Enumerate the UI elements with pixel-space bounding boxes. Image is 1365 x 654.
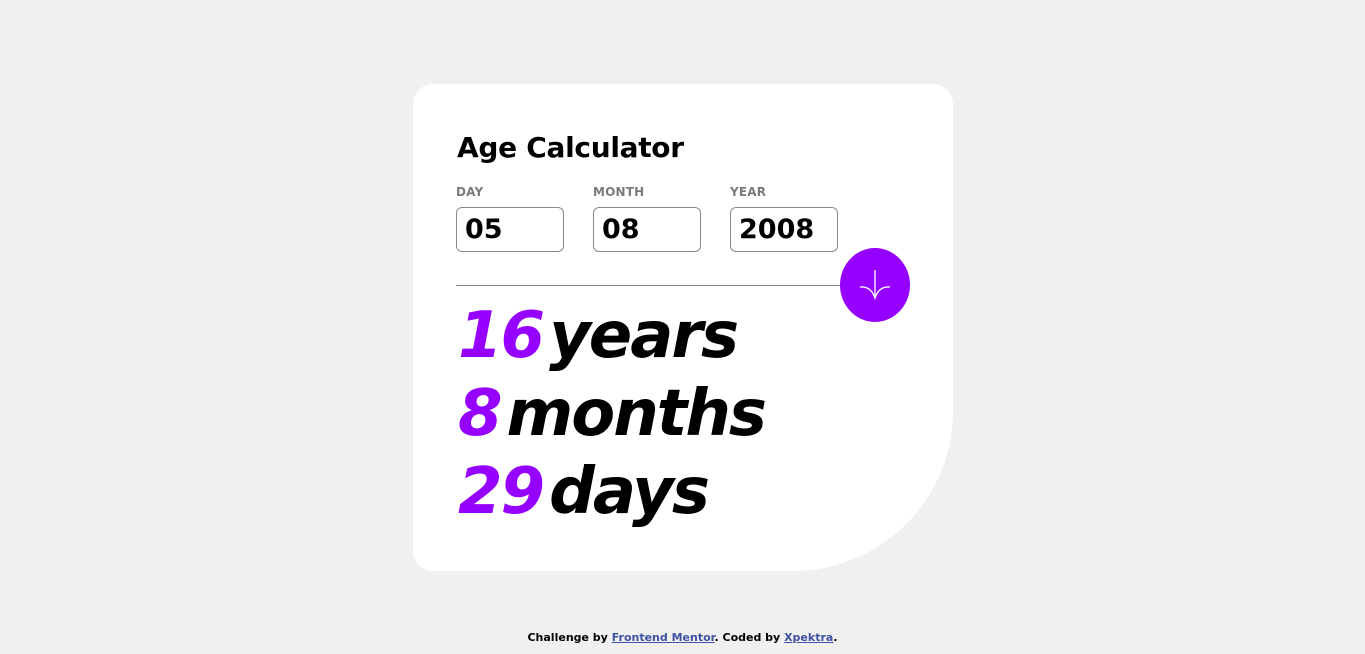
attribution-middle: . Coded by: [714, 631, 781, 644]
month-label: MONTH: [593, 185, 645, 199]
months-result: 8months: [458, 376, 767, 452]
age-calculator-card: Age Calculator DAY MONTH YEAR 16years 8m…: [413, 84, 953, 571]
divider: [456, 285, 886, 286]
months-unit: months: [506, 377, 767, 451]
page-title: Age Calculator: [457, 131, 684, 164]
submit-button[interactable]: [840, 248, 910, 322]
years-unit: years: [549, 299, 739, 373]
days-unit: days: [549, 455, 710, 529]
year-label: YEAR: [730, 185, 767, 199]
year-input[interactable]: [730, 207, 838, 252]
attribution-prefix: Challenge by: [527, 631, 608, 644]
days-value: 29: [458, 455, 545, 529]
author-link[interactable]: Xpektra: [784, 631, 833, 644]
year-field: YEAR: [730, 185, 838, 252]
month-input[interactable]: [593, 207, 701, 252]
days-result: 29days: [458, 454, 710, 530]
day-input[interactable]: [456, 207, 564, 252]
month-field: MONTH: [593, 185, 701, 252]
attribution-footer: Challenge by Frontend Mentor. Coded by X…: [0, 630, 1365, 646]
day-field: DAY: [456, 185, 564, 252]
attribution-suffix: .: [833, 631, 838, 644]
months-value: 8: [458, 377, 503, 451]
years-result: 16years: [458, 298, 739, 374]
arrow-down-icon: [859, 270, 891, 301]
frontend-mentor-link[interactable]: Frontend Mentor: [612, 631, 715, 644]
day-label: DAY: [456, 185, 484, 199]
years-value: 16: [458, 299, 545, 373]
